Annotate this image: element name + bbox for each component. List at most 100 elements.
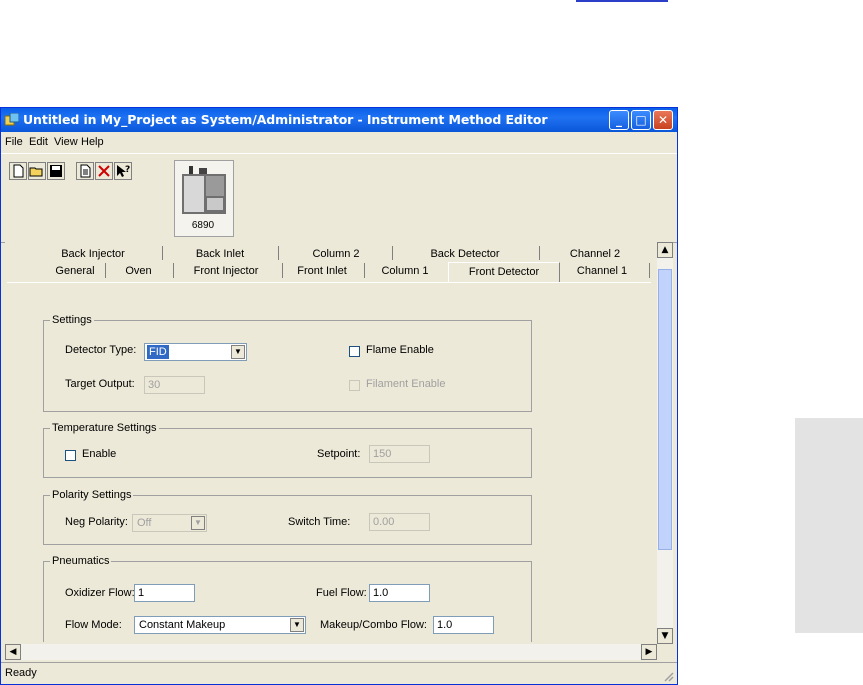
tab-separator — [105, 263, 106, 278]
neg-polarity-label: Neg Polarity: — [65, 516, 128, 528]
vertical-scrollbar[interactable]: ▲ ▼ — [657, 242, 673, 644]
vertical-scroll-thumb[interactable] — [658, 269, 672, 550]
fuel-flow-field[interactable]: 1.0 — [369, 584, 430, 602]
makeup-combo-flow-field[interactable]: 1.0 — [433, 616, 494, 634]
new-button[interactable] — [9, 162, 27, 180]
tab-front-detector[interactable]: Front Detector — [448, 262, 560, 283]
tab-separator — [539, 246, 540, 260]
settings-group-title: Settings — [50, 314, 94, 326]
tab-back-inlet[interactable]: Back Inlet — [165, 246, 275, 263]
settings-group: Settings Detector Type: FID ▼ Flame Enab… — [43, 314, 532, 412]
delete-button[interactable] — [95, 162, 113, 180]
tab-front-inlet[interactable]: Front Inlet — [284, 263, 360, 280]
oxidizer-flow-field[interactable]: 1 — [134, 584, 195, 602]
tab-separator — [282, 263, 283, 278]
fuel-flow-label: Fuel Flow: — [316, 587, 367, 599]
properties-button[interactable] — [76, 162, 94, 180]
method-content-area: Back Injector Back Inlet Column 2 Back D… — [5, 242, 657, 642]
close-button[interactable]: ✕ — [653, 110, 673, 130]
tab-channel-2[interactable]: Channel 2 — [545, 246, 645, 263]
pneumatics-group: Pneumatics Oxidizer Flow: 1 Fuel Flow: 1… — [43, 555, 532, 642]
tab-separator — [392, 246, 393, 260]
makeup-combo-flow-label: Makeup/Combo Flow: — [320, 619, 427, 631]
title-bar[interactable]: Untitled in My_Project as System/Adminis… — [1, 108, 677, 132]
tab-separator — [173, 263, 174, 278]
switch-time-field[interactable]: 0.00 — [369, 513, 430, 531]
flow-mode-select[interactable]: Constant Makeup ▼ — [134, 616, 306, 634]
minimize-icon: _ — [616, 113, 622, 127]
setpoint-field[interactable]: 150 — [369, 445, 430, 463]
status-bar: Ready — [1, 662, 677, 685]
chevron-down-icon: ▼ — [231, 345, 245, 359]
menu-help[interactable]: Help — [81, 136, 104, 148]
neg-polarity-select[interactable]: Off ▼ — [132, 514, 207, 532]
temperature-settings-group: Temperature Settings Enable Setpoint: 15… — [43, 422, 532, 478]
tab-separator — [649, 263, 650, 278]
switch-time-label: Switch Time: — [288, 516, 351, 528]
temperature-enable-label: Enable — [82, 448, 117, 460]
tab-column-2[interactable]: Column 2 — [281, 246, 391, 263]
background-gray-panel — [795, 418, 863, 633]
detector-type-value: FID — [147, 345, 169, 359]
tab-column-1[interactable]: Column 1 — [367, 263, 443, 280]
flame-enable-label: Flame Enable — [366, 344, 434, 356]
front-detector-panel: Settings Detector Type: FID ▼ Flame Enab… — [7, 282, 651, 642]
maximize-icon: □ — [635, 113, 647, 127]
toolbar: ? 6890 — [1, 153, 677, 243]
pneumatics-group-title: Pneumatics — [50, 555, 112, 567]
scroll-right-button[interactable]: ▶ — [641, 644, 657, 660]
scroll-up-button[interactable]: ▲ — [657, 242, 673, 258]
tab-back-injector[interactable]: Back Injector — [38, 246, 148, 263]
polarity-settings-group: Polarity Settings Neg Polarity: Off ▼ Sw… — [43, 489, 532, 545]
window-title: Untitled in My_Project as System/Adminis… — [23, 112, 548, 127]
detector-type-select[interactable]: FID ▼ — [144, 343, 247, 361]
horizontal-scrollbar[interactable]: ◀ ▶ — [5, 644, 657, 660]
arrow-down-icon: ▼ — [661, 631, 669, 641]
arrow-left-icon: ◀ — [9, 647, 17, 657]
target-output-label: Target Output: — [65, 378, 135, 390]
filament-enable-label: Filament Enable — [366, 378, 446, 390]
gc-instrument-icon — [182, 166, 226, 214]
flow-mode-label: Flow Mode: — [65, 619, 122, 631]
flow-mode-value: Constant Makeup — [139, 619, 226, 631]
setpoint-label: Setpoint: — [317, 448, 361, 460]
menu-view[interactable]: View — [54, 136, 78, 148]
minimize-button[interactable]: _ — [609, 110, 629, 130]
close-icon: ✕ — [657, 113, 669, 127]
scroll-down-button[interactable]: ▼ — [657, 628, 673, 644]
arrow-up-icon: ▲ — [661, 245, 669, 255]
tab-back-detector[interactable]: Back Detector — [405, 246, 525, 263]
menu-file[interactable]: File — [5, 136, 23, 148]
detector-type-label: Detector Type: — [65, 344, 137, 356]
tab-front-injector[interactable]: Front Injector — [175, 263, 277, 280]
properties-icon — [80, 164, 91, 178]
arrow-right-icon: ▶ — [645, 647, 653, 657]
tab-separator — [162, 246, 163, 260]
tab-separator — [364, 263, 365, 278]
status-text: Ready — [5, 667, 37, 679]
resize-grip-icon[interactable] — [662, 670, 674, 682]
scroll-left-button[interactable]: ◀ — [5, 644, 21, 660]
save-button[interactable] — [47, 162, 65, 180]
target-output-field[interactable]: 30 — [144, 376, 205, 394]
tab-oven[interactable]: Oven — [107, 263, 170, 280]
delete-icon — [98, 165, 110, 177]
open-button[interactable] — [28, 162, 46, 180]
tab-general[interactable]: General — [45, 263, 105, 280]
instrument-6890-tile[interactable]: 6890 — [174, 160, 234, 237]
context-help-button[interactable]: ? — [114, 162, 132, 180]
tab-channel-1[interactable]: Channel 1 — [562, 263, 642, 280]
tab-separator — [278, 246, 279, 260]
maximize-button[interactable]: □ — [631, 110, 651, 130]
temperature-enable-checkbox[interactable] — [65, 450, 76, 461]
polarity-group-title: Polarity Settings — [50, 489, 134, 501]
flame-enable-checkbox[interactable] — [349, 346, 360, 357]
chevron-down-icon: ▼ — [191, 516, 205, 530]
instrument-method-editor-window: Untitled in My_Project as System/Adminis… — [0, 107, 678, 685]
context-help-icon: ? — [117, 165, 130, 177]
menu-edit[interactable]: Edit — [29, 136, 48, 148]
app-icon — [5, 113, 19, 126]
new-document-icon — [13, 164, 24, 178]
instrument-label: 6890 — [191, 220, 215, 231]
filament-enable-checkbox[interactable] — [349, 380, 360, 391]
